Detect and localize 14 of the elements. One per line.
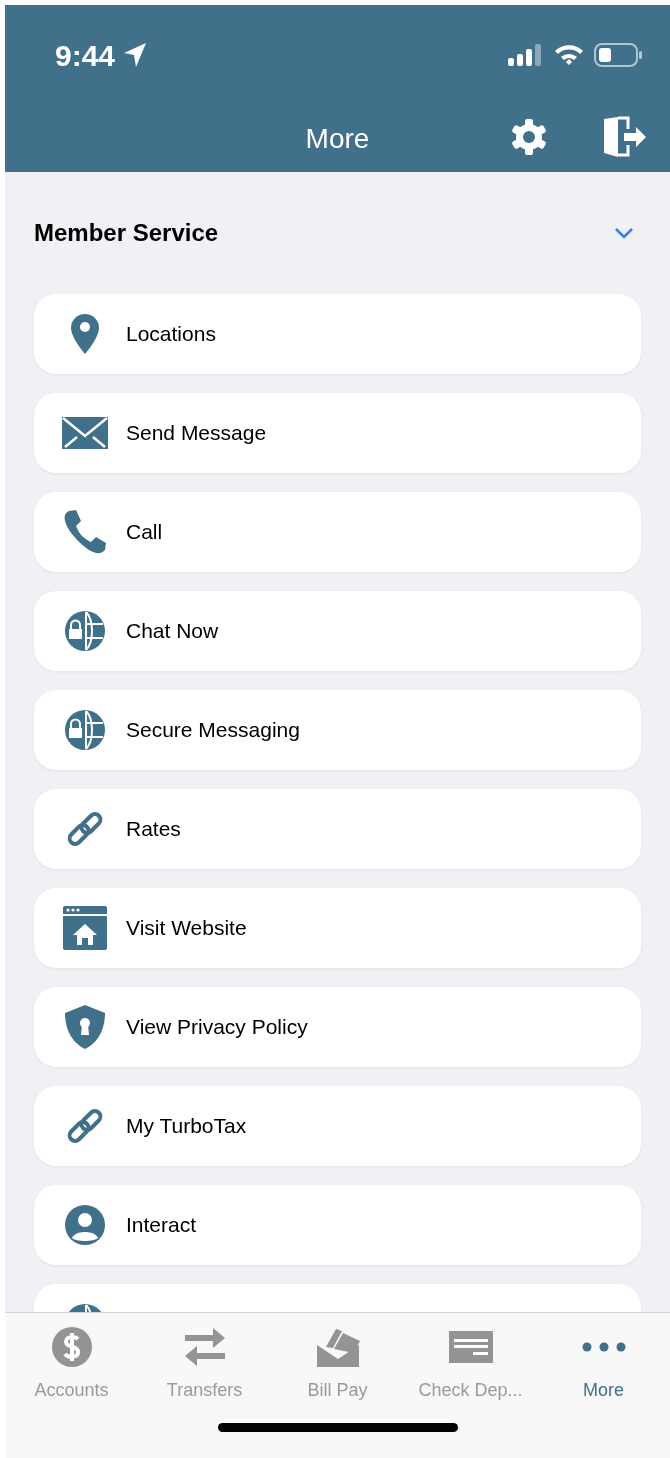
menu-item[interactable]: Rates — [34, 789, 641, 869]
menu-item[interactable]: View Privacy Policy — [34, 987, 641, 1067]
tab-item[interactable]: More — [537, 1323, 670, 1423]
status-time: 9:44 — [55, 37, 116, 74]
menu-item[interactable]: Visit Website — [34, 888, 641, 968]
section-title: Member Service — [34, 218, 219, 248]
menu-item[interactable]: Chat Now — [34, 591, 641, 671]
menu-item[interactable]: Secure Messaging — [34, 690, 641, 770]
menu-item[interactable]: My TurboTax — [34, 1086, 641, 1166]
menu-item[interactable]: Locations — [34, 294, 641, 374]
menu-item[interactable]: Send Message — [34, 393, 641, 473]
menu-item[interactable]: Call — [34, 492, 641, 572]
page-title: More — [305, 121, 370, 156]
menu-item[interactable]: Interact — [34, 1185, 641, 1265]
